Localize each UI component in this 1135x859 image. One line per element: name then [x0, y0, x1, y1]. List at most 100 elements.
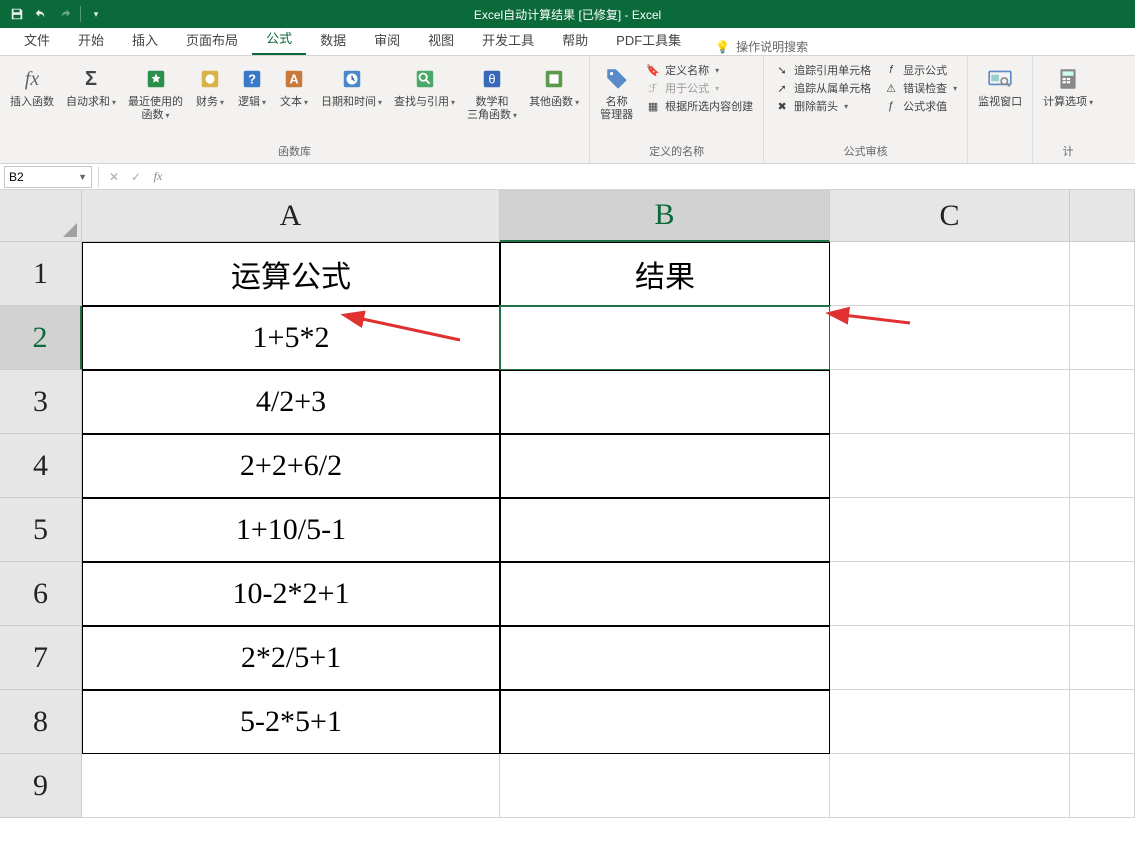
- name-box[interactable]: B2 ▼: [4, 166, 92, 188]
- cell-B4[interactable]: [500, 434, 830, 498]
- group-label-audit: 公式审核: [844, 141, 888, 163]
- logical-button[interactable]: ? 逻辑▾: [231, 60, 273, 113]
- col-header-A[interactable]: A: [82, 190, 500, 242]
- autosum-button[interactable]: Σ 自动求和▾: [60, 60, 122, 113]
- fx-icon: fx: [17, 64, 47, 94]
- save-icon[interactable]: [8, 5, 26, 23]
- trace-dependents-button[interactable]: ➚追踪从属单元格: [774, 80, 871, 96]
- question-icon: ?: [237, 64, 267, 94]
- row-header[interactable]: 2: [0, 306, 82, 370]
- cell-A6[interactable]: 10-2*2+1: [82, 562, 500, 626]
- tab-dev[interactable]: 开发工具: [468, 24, 548, 55]
- tab-layout[interactable]: 页面布局: [172, 24, 252, 55]
- cell-C2[interactable]: [830, 306, 1070, 370]
- svg-text:A: A: [289, 72, 298, 87]
- cell-B6[interactable]: [500, 562, 830, 626]
- datetime-button[interactable]: 日期和时间▾: [315, 60, 388, 113]
- cell[interactable]: [1070, 562, 1135, 626]
- cell[interactable]: [1070, 434, 1135, 498]
- col-header-rest[interactable]: [1070, 190, 1135, 242]
- tab-home[interactable]: 开始: [64, 24, 118, 55]
- group-label-library: 函数库: [278, 141, 311, 163]
- cancel-icon[interactable]: ✕: [103, 166, 125, 188]
- cell-B5[interactable]: [500, 498, 830, 562]
- calc-options-button[interactable]: 计算选项▾: [1037, 60, 1099, 113]
- cell-A9[interactable]: [82, 754, 500, 818]
- watch-window-button[interactable]: 监视窗口: [972, 60, 1028, 113]
- tab-view[interactable]: 视图: [414, 24, 468, 55]
- cell-A7[interactable]: 2*2/5+1: [82, 626, 500, 690]
- tab-data[interactable]: 数据: [306, 24, 360, 55]
- col-header-C[interactable]: C: [830, 190, 1070, 242]
- name-manager-button[interactable]: 名称 管理器: [594, 60, 639, 126]
- trace-precedents-button[interactable]: ➘追踪引用单元格: [774, 62, 871, 78]
- show-formulas-button[interactable]: 𝑓显示公式: [883, 62, 957, 78]
- cell-B3[interactable]: [500, 370, 830, 434]
- tab-file[interactable]: 文件: [10, 24, 64, 55]
- row-header[interactable]: 3: [0, 370, 82, 434]
- accept-icon[interactable]: ✓: [125, 166, 147, 188]
- cell-B9[interactable]: [500, 754, 830, 818]
- cell[interactable]: [1070, 306, 1135, 370]
- qat-customize-icon[interactable]: ▾: [87, 5, 105, 23]
- recent-button[interactable]: 最近使用的 函数▾: [122, 60, 189, 126]
- cell[interactable]: [1070, 754, 1135, 818]
- cell-A3[interactable]: 4/2+3: [82, 370, 500, 434]
- cell-C1[interactable]: [830, 242, 1070, 306]
- cell-B2[interactable]: [500, 306, 830, 370]
- row-header[interactable]: 5: [0, 498, 82, 562]
- row-header[interactable]: 9: [0, 754, 82, 818]
- cell[interactable]: [1070, 242, 1135, 306]
- cell-C8[interactable]: [830, 690, 1070, 754]
- chevron-down-icon[interactable]: ▼: [78, 172, 87, 182]
- cell-C7[interactable]: [830, 626, 1070, 690]
- cell-A8[interactable]: 5-2*5+1: [82, 690, 500, 754]
- row-header[interactable]: 7: [0, 626, 82, 690]
- row-header[interactable]: 6: [0, 562, 82, 626]
- remove-arrows-button[interactable]: ✖删除箭头▾: [774, 98, 871, 114]
- error-check-button[interactable]: ⚠错误检查▾: [883, 80, 957, 96]
- row-header[interactable]: 8: [0, 690, 82, 754]
- cell-A4[interactable]: 2+2+6/2: [82, 434, 500, 498]
- tell-me-search[interactable]: 💡 操作说明搜索: [715, 38, 808, 55]
- math-button[interactable]: θ 数学和 三角函数▾: [461, 60, 523, 126]
- tab-insert[interactable]: 插入: [118, 24, 172, 55]
- cell-C5[interactable]: [830, 498, 1070, 562]
- cell-B8[interactable]: [500, 690, 830, 754]
- undo-icon[interactable]: [32, 5, 50, 23]
- sigma-icon: Σ: [76, 64, 106, 94]
- formula-input[interactable]: [169, 166, 1135, 188]
- cell[interactable]: [1070, 690, 1135, 754]
- insert-function-button[interactable]: fx 插入函数: [4, 60, 60, 113]
- text-button[interactable]: A 文本▾: [273, 60, 315, 113]
- col-header-B[interactable]: B: [500, 190, 830, 242]
- cell-C3[interactable]: [830, 370, 1070, 434]
- cell-C9[interactable]: [830, 754, 1070, 818]
- cell-C6[interactable]: [830, 562, 1070, 626]
- redo-icon[interactable]: [56, 5, 74, 23]
- create-from-selection-button[interactable]: ▦根据所选内容创建: [645, 98, 753, 114]
- cell[interactable]: [1070, 498, 1135, 562]
- tab-formulas[interactable]: 公式: [252, 22, 306, 55]
- fx-icon[interactable]: fx: [147, 166, 169, 188]
- lookup-button[interactable]: 查找与引用▾: [388, 60, 461, 113]
- row-header[interactable]: 1: [0, 242, 82, 306]
- cell-A5[interactable]: 1+10/5-1: [82, 498, 500, 562]
- cell-A1[interactable]: 运算公式: [82, 242, 500, 306]
- row-header[interactable]: 4: [0, 434, 82, 498]
- tab-pdf[interactable]: PDF工具集: [602, 24, 695, 55]
- evaluate-formula-button[interactable]: ƒ公式求值: [883, 98, 957, 114]
- use-in-formula-button[interactable]: ℱ用于公式▾: [645, 80, 753, 96]
- tab-help[interactable]: 帮助: [548, 24, 602, 55]
- cell-B7[interactable]: [500, 626, 830, 690]
- cell-C4[interactable]: [830, 434, 1070, 498]
- cell[interactable]: [1070, 626, 1135, 690]
- tab-review[interactable]: 审阅: [360, 24, 414, 55]
- cell-A2[interactable]: 1+5*2: [82, 306, 500, 370]
- define-name-button[interactable]: 🔖定义名称▾: [645, 62, 753, 78]
- cell-B1[interactable]: 结果: [500, 242, 830, 306]
- select-all-corner[interactable]: [0, 190, 82, 242]
- cell[interactable]: [1070, 370, 1135, 434]
- more-functions-button[interactable]: 其他函数▾: [523, 60, 585, 113]
- financial-button[interactable]: 财务▾: [189, 60, 231, 113]
